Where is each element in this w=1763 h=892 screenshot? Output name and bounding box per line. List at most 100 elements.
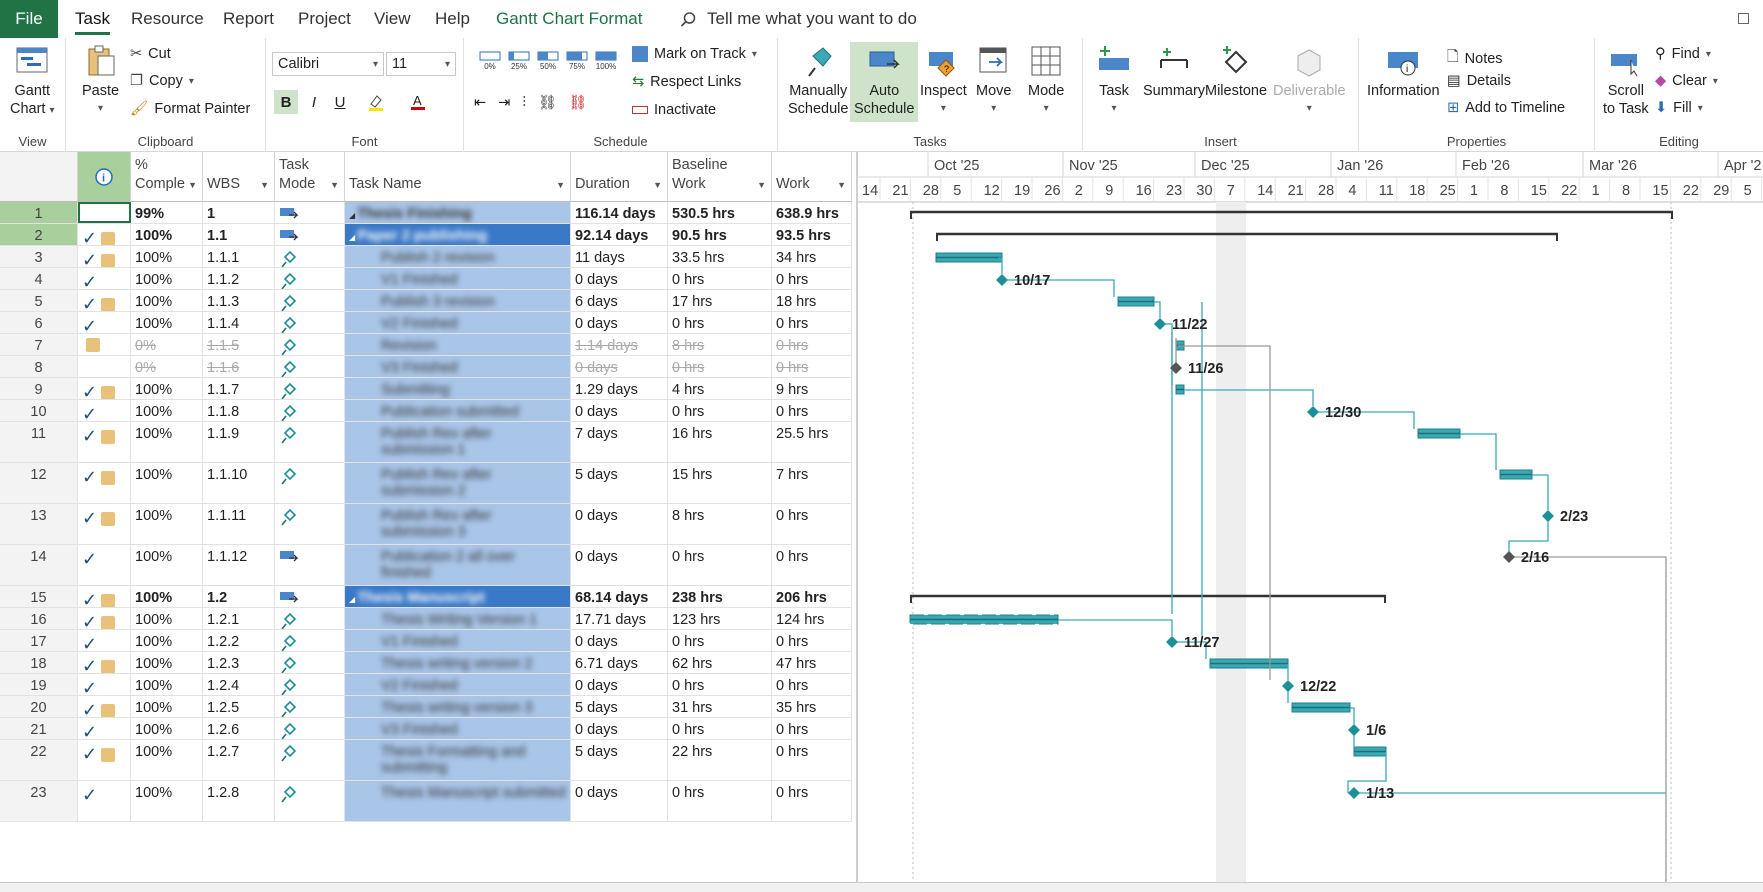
baseline-work-cell[interactable]: 8 hrs [668, 504, 772, 544]
task-name-cell[interactable]: Publish Rev after submission 2 [345, 463, 571, 503]
task-name-header[interactable]: Task Name ▼ [345, 152, 571, 202]
indicators-cell[interactable]: ✓ [78, 740, 131, 780]
task-name-cell[interactable]: V3 Finished [345, 718, 571, 739]
wbs-cell[interactable]: 1.2.5 [203, 696, 275, 717]
wbs-cell[interactable]: 1.1.10 [203, 463, 275, 503]
notes-button[interactable]: 🗋 Notes [1447, 46, 1503, 71]
duration-cell[interactable]: 0 days [571, 718, 668, 739]
table-row[interactable]: 5 ✓ 100% 1.1.3 Publish 3 revision 6 days 17 hr… [0, 290, 852, 312]
indicators-cell[interactable] [78, 356, 131, 377]
wbs-cell[interactable]: 1.1.12 [203, 545, 275, 585]
indicators-cell[interactable]: ✓ [78, 224, 131, 245]
format-painter-button[interactable]: 🖌 Format Painter [130, 100, 250, 118]
percent-complete-cell[interactable]: 100% [131, 504, 203, 544]
wbs-cell[interactable]: 1.1.2 [203, 268, 275, 289]
duration-cell[interactable]: 0 days [571, 356, 668, 377]
table-row[interactable]: 22 ✓ 100% 1.2.7 Thesis Formatting and submit… [0, 740, 852, 781]
task-mode-cell[interactable] [275, 224, 345, 245]
percent-complete-cell[interactable]: 0% [131, 334, 203, 355]
duration-cell[interactable]: 0 days [571, 312, 668, 333]
font-name-select[interactable]: Calibri ▾ [272, 52, 384, 76]
paste-button[interactable]: Paste ▾ [82, 44, 119, 118]
split-task-icon[interactable]: ⫶ [522, 95, 526, 111]
baseline-work-cell[interactable]: 238 hrs [668, 586, 772, 607]
percent-0-button[interactable]: 0% [478, 50, 502, 71]
indent-icon[interactable]: ⇥ [498, 95, 510, 111]
table-row[interactable]: 8 0% 1.1.6 V3 Finished 0 days 0 hrs 0 hrs [0, 356, 852, 378]
wbs-cell[interactable]: 1.1.5 [203, 334, 275, 355]
duration-cell[interactable]: 0 days [571, 545, 668, 585]
task-mode-cell[interactable] [275, 378, 345, 399]
row-id[interactable]: 6 [0, 312, 78, 333]
indicators-cell[interactable]: ✓ [78, 422, 131, 462]
work-cell[interactable]: 0 hrs [772, 400, 852, 421]
indicators-cell[interactable]: ✓ [78, 290, 131, 311]
row-id[interactable]: 17 [0, 630, 78, 651]
duration-cell[interactable]: 5 days [571, 463, 668, 503]
select-all-corner[interactable] [0, 152, 78, 202]
row-id[interactable]: 3 [0, 246, 78, 267]
task-mode-cell[interactable] [275, 422, 345, 462]
underline-button[interactable]: U [328, 90, 352, 114]
task-mode-cell[interactable] [275, 504, 345, 544]
baseline-work-header[interactable]: Baseline Work ▼ [668, 152, 772, 202]
baseline-work-cell[interactable]: 0 hrs [668, 674, 772, 695]
percent-complete-cell[interactable]: 100% [131, 718, 203, 739]
work-cell[interactable]: 0 hrs [772, 334, 852, 355]
task-mode-cell[interactable] [275, 608, 345, 629]
duration-cell[interactable]: 116.14 days [571, 202, 668, 223]
baseline-work-cell[interactable]: 33.5 hrs [668, 246, 772, 267]
wbs-header[interactable]: WBS ▼ [203, 152, 275, 202]
work-cell[interactable]: 0 hrs [772, 781, 852, 821]
task-name-cell[interactable]: Submitting [345, 378, 571, 399]
wbs-cell[interactable]: 1.1.9 [203, 422, 275, 462]
baseline-work-cell[interactable]: 4 hrs [668, 378, 772, 399]
row-id[interactable]: 19 [0, 674, 78, 695]
wbs-cell[interactable]: 1.2.1 [203, 608, 275, 629]
duration-cell[interactable]: 11 days [571, 246, 668, 267]
baseline-work-cell[interactable]: 0 hrs [668, 781, 772, 821]
table-row[interactable]: 20 ✓ 100% 1.2.5 Thesis writing version 3 5 da… [0, 696, 852, 718]
outdent-icon[interactable]: ⇤ [474, 95, 486, 111]
percent-complete-cell[interactable]: 100% [131, 268, 203, 289]
indicators-cell[interactable]: ✓ [78, 268, 131, 289]
percent-complete-cell[interactable]: 100% [131, 422, 203, 462]
tab-report[interactable]: Report [223, 9, 274, 29]
work-cell[interactable]: 0 hrs [772, 674, 852, 695]
work-cell[interactable]: 93.5 hrs [772, 224, 852, 245]
unlink-tasks-icon[interactable]: ⛓ [568, 94, 586, 111]
ribbon-restore-icon[interactable] [1738, 13, 1749, 24]
work-cell[interactable]: 47 hrs [772, 652, 852, 673]
baseline-work-cell[interactable]: 17 hrs [668, 290, 772, 311]
wbs-cell[interactable]: 1.2.7 [203, 740, 275, 780]
wbs-cell[interactable]: 1.1.3 [203, 290, 275, 311]
baseline-work-cell[interactable]: 0 hrs [668, 268, 772, 289]
find-button[interactable]: ⚲ Find ▾ [1655, 46, 1711, 62]
percent-complete-cell[interactable]: 100% [131, 400, 203, 421]
wbs-cell[interactable]: 1.2 [203, 586, 275, 607]
work-cell[interactable]: 0 hrs [772, 718, 852, 739]
table-row[interactable]: 10 ✓ 100% 1.1.8 Publication submitted 0 days 0… [0, 400, 852, 422]
table-row[interactable]: 18 ✓ 100% 1.2.3 Thesis writing version 2 6.71… [0, 652, 852, 674]
work-cell[interactable]: 9 hrs [772, 378, 852, 399]
duration-cell[interactable]: 7 days [571, 422, 668, 462]
wbs-cell[interactable]: 1.1.8 [203, 400, 275, 421]
insert-task-button[interactable]: Task ▾ [1097, 44, 1131, 118]
percent-100-button[interactable]: 100% [594, 50, 618, 71]
note-icon[interactable] [101, 232, 116, 245]
tab-gantt-chart-format[interactable]: Gantt Chart Format [496, 9, 642, 29]
task-mode-cell[interactable] [275, 696, 345, 717]
wbs-cell[interactable]: 1.1.6 [203, 356, 275, 377]
table-row[interactable]: 13 ✓ 100% 1.1.11 Publish Rev after submissio… [0, 504, 852, 545]
percent-complete-cell[interactable]: 0% [131, 356, 203, 377]
task-name-cell[interactable]: Thesis Writing Version 1 [345, 608, 571, 629]
note-icon[interactable] [101, 512, 116, 526]
scroll-to-task-button[interactable]: Scroll to Task [1603, 44, 1649, 118]
percent-complete-cell[interactable]: 100% [131, 224, 203, 245]
note-icon[interactable] [101, 430, 116, 444]
task-mode-cell[interactable] [275, 674, 345, 695]
work-cell[interactable]: 7 hrs [772, 463, 852, 503]
wbs-cell[interactable]: 1.2.8 [203, 781, 275, 821]
tab-help[interactable]: Help [435, 9, 470, 29]
wbs-cell[interactable]: 1.2.3 [203, 652, 275, 673]
